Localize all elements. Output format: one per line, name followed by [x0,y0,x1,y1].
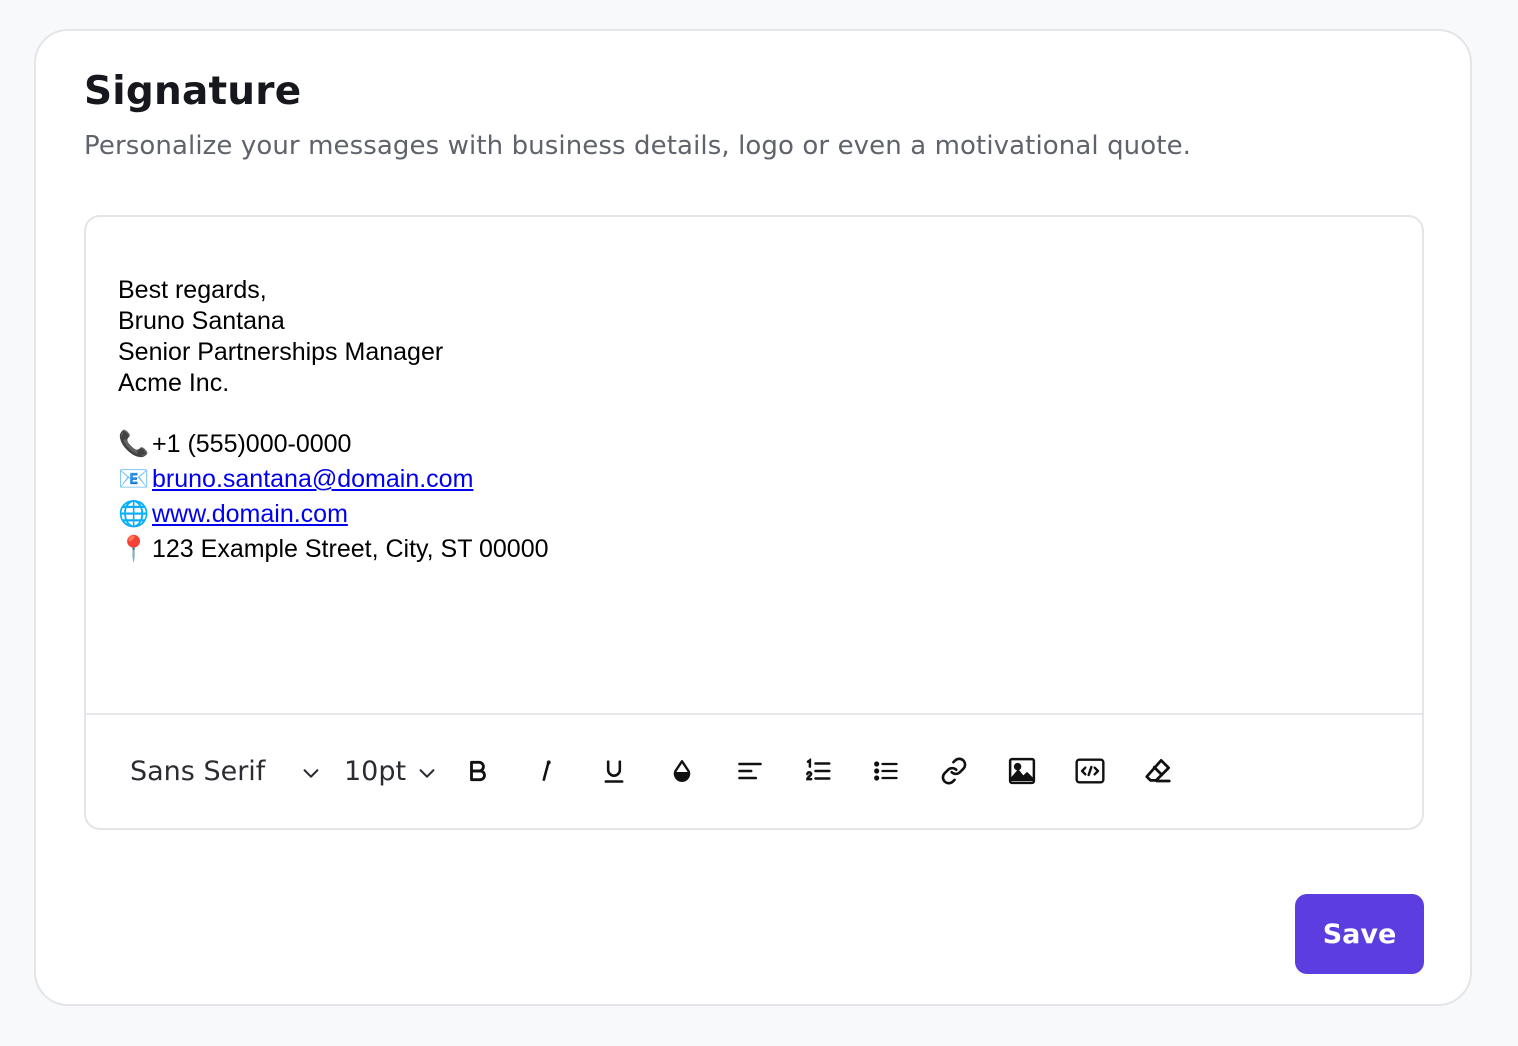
save-button[interactable]: Save [1295,894,1424,974]
formatting-toolbar: Sans Serif 10pt [86,715,1422,828]
font-family-select[interactable]: Sans Serif [130,754,326,788]
image-icon [1008,757,1036,785]
globe-icon: 🌐 [118,500,150,528]
page-title: Signature [84,69,302,114]
text-color-button[interactable] [665,754,699,788]
chevron-down-icon [300,760,322,791]
image-button[interactable] [1005,754,1039,788]
page-subtitle: Personalize your messages with business … [84,131,1192,161]
signature-card: Signature Personalize your messages with… [34,29,1472,1006]
clear-format-button[interactable] [1141,754,1175,788]
email-link[interactable]: bruno.santana@domain.com [152,462,473,497]
ordered-list-icon [806,758,831,781]
code-button[interactable] [1073,754,1107,788]
website-link[interactable]: www.domain.com [152,497,348,532]
italic-button[interactable] [529,754,563,788]
name-line: Bruno Santana [118,307,285,335]
phone-icon: 📞 [118,430,150,458]
align-left-button[interactable] [733,754,767,788]
website-line: 🌐 www.domain.com [118,497,1378,532]
signature-content[interactable]: Best regards, Bruno Santana Senior Partn… [118,275,1378,695]
font-size-select[interactable]: 10pt [344,754,440,788]
address-text: 123 Example Street, City, ST 00000 [152,535,549,563]
underline-button[interactable] [597,754,631,788]
link-button[interactable] [937,754,971,788]
company-line: Acme Inc. [118,369,230,397]
text-color-icon [673,760,691,782]
phone-line: 📞 +1 (555)000-0000 [118,427,1378,462]
chevron-down-icon [416,760,438,791]
pin-icon: 📍 [118,535,150,563]
bold-icon [470,760,486,782]
code-icon [1075,758,1105,784]
ordered-list-button[interactable] [801,754,835,788]
clear-format-icon [1145,759,1171,783]
italic-icon [542,760,551,781]
closing-line: Best regards, [118,276,267,304]
bullet-list-button[interactable] [869,754,903,788]
underline-icon [604,760,624,783]
bold-button[interactable] [461,754,495,788]
contact-block: 📞 +1 (555)000-0000 📧 bruno.santana@domai… [118,427,1378,567]
signature-editor: Best regards, Bruno Santana Senior Partn… [84,215,1424,830]
address-line: 📍 123 Example Street, City, ST 00000 [118,532,1378,567]
bullet-list-icon [874,761,898,781]
font-family-value: Sans Serif [130,755,266,787]
link-icon [941,757,967,785]
font-size-value: 10pt [344,755,407,787]
role-line: Senior Partnerships Manager [118,338,444,366]
email-line: 📧 bruno.santana@domain.com [118,462,1378,497]
envelope-icon: 📧 [118,465,150,493]
phone-text: +1 (555)000-0000 [152,430,352,458]
align-left-icon [738,762,762,780]
